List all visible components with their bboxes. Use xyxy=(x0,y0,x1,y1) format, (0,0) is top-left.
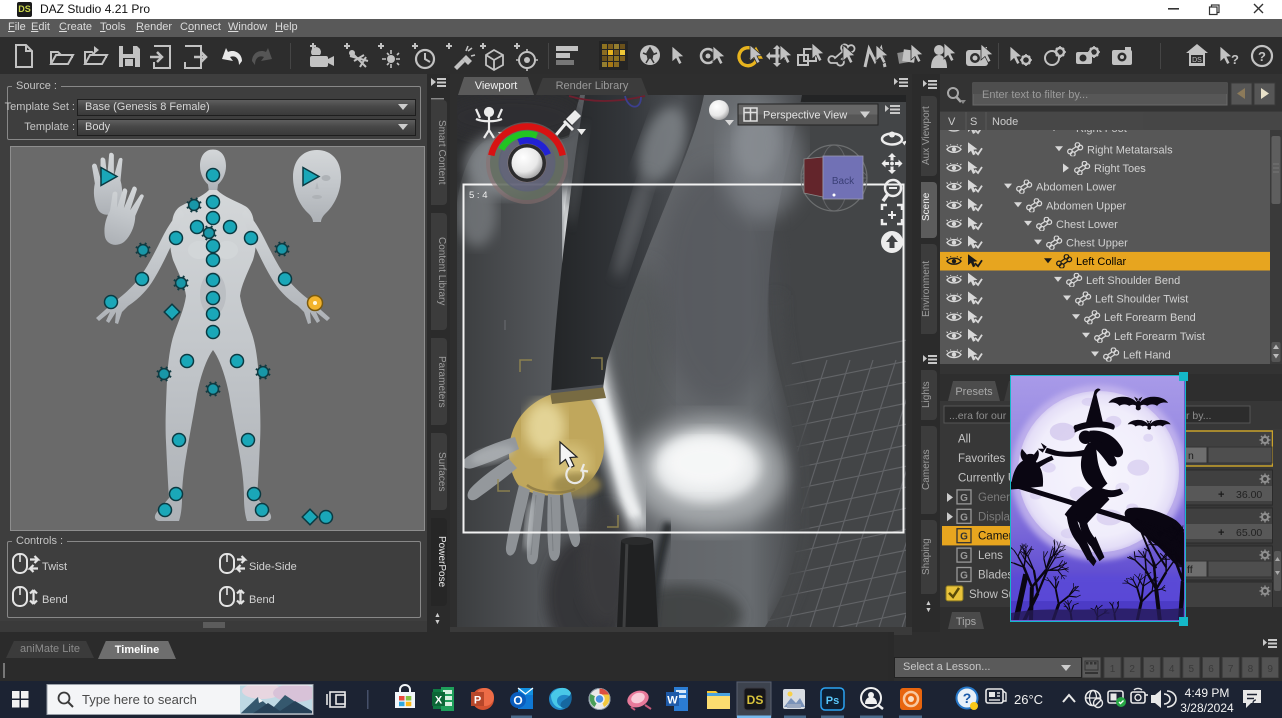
svg-text:1: 1 xyxy=(1110,664,1116,675)
svg-text:Right Toes: Right Toes xyxy=(1094,163,1146,175)
svg-text:8: 8 xyxy=(1248,664,1254,675)
svg-text:Left Forearm Twist: Left Forearm Twist xyxy=(1114,331,1205,343)
svg-text:?: ? xyxy=(1258,49,1266,64)
svg-text:Right Metatarsals: Right Metatarsals xyxy=(1087,144,1173,156)
svg-text:G: G xyxy=(960,551,968,562)
svg-text:6: 6 xyxy=(1208,664,1214,675)
svg-text:Blades: Blades xyxy=(978,570,1013,582)
svg-text:+: + xyxy=(1218,527,1224,539)
svg-text:Tips: Tips xyxy=(956,616,977,628)
svg-text:Left Hand: Left Hand xyxy=(1123,350,1171,362)
svg-text:G: G xyxy=(960,512,968,523)
svg-text:S: S xyxy=(970,116,977,128)
svg-text:G: G xyxy=(960,493,968,504)
svg-text:?: ? xyxy=(963,690,972,706)
svg-text:26°C: 26°C xyxy=(1014,692,1043,707)
svg-text:Type here to search: Type here to search xyxy=(82,692,197,707)
svg-text:3: 3 xyxy=(1149,664,1155,675)
svg-text:?: ? xyxy=(1231,52,1239,67)
svg-text:ff: ff xyxy=(1187,564,1193,576)
svg-text:V: V xyxy=(948,116,956,128)
svg-text:9: 9 xyxy=(1267,664,1273,675)
svg-text:G: G xyxy=(960,571,968,582)
svg-text:Back: Back xyxy=(832,176,855,187)
svg-text:Chest Upper: Chest Upper xyxy=(1066,238,1128,250)
svg-text:Left Forearm Bend: Left Forearm Bend xyxy=(1104,312,1196,324)
svg-text:Twist: Twist xyxy=(42,561,67,573)
svg-text:All: All xyxy=(958,434,971,446)
svg-text:Presets: Presets xyxy=(955,386,993,398)
svg-text:X: X xyxy=(435,695,443,707)
svg-text:36.00: 36.00 xyxy=(1236,489,1262,501)
svg-text:Left Shoulder Twist: Left Shoulder Twist xyxy=(1095,294,1188,306)
svg-text:+: + xyxy=(1218,489,1224,501)
svg-text:Ps: Ps xyxy=(826,695,839,707)
svg-text:4:49 PM: 4:49 PM xyxy=(1185,686,1230,700)
svg-text:5 : 4: 5 : 4 xyxy=(469,190,488,201)
svg-text:Side-Side: Side-Side xyxy=(249,561,297,573)
svg-text:Enter text to filter by...: Enter text to filter by... xyxy=(982,89,1088,101)
svg-text:5: 5 xyxy=(1189,664,1195,675)
svg-text:W: W xyxy=(667,695,678,707)
svg-text:Abdomen Upper: Abdomen Upper xyxy=(1046,200,1126,212)
svg-text:65.00: 65.00 xyxy=(1236,527,1262,539)
svg-text:...era for our: ...era for our xyxy=(949,410,1007,422)
svg-text:G: G xyxy=(960,532,968,543)
svg-text:Left Collar: Left Collar xyxy=(1076,256,1126,268)
svg-text:n: n xyxy=(1188,450,1194,462)
svg-text:Abdomen Lower: Abdomen Lower xyxy=(1036,182,1116,194)
svg-text:DS: DS xyxy=(747,693,764,707)
svg-text:4: 4 xyxy=(1169,664,1175,675)
svg-text:3/28/2024: 3/28/2024 xyxy=(1180,701,1234,715)
svg-text:7: 7 xyxy=(1228,664,1234,675)
svg-text:Lens: Lens xyxy=(978,550,1003,562)
svg-text:2: 2 xyxy=(1129,664,1135,675)
svg-text:Bend: Bend xyxy=(42,594,68,606)
svg-text:P: P xyxy=(474,695,481,707)
svg-text:Chest Lower: Chest Lower xyxy=(1056,219,1118,231)
svg-text:Left Shoulder Bend: Left Shoulder Bend xyxy=(1086,275,1180,287)
svg-text:DS: DS xyxy=(1192,57,1202,64)
svg-text:O: O xyxy=(513,694,522,708)
svg-text:Node: Node xyxy=(992,116,1018,128)
svg-text:r by...: r by... xyxy=(1186,410,1211,422)
svg-text:Bend: Bend xyxy=(249,594,275,606)
svg-text:Perspective View: Perspective View xyxy=(763,110,847,122)
svg-text:Favorites: Favorites xyxy=(958,453,1006,465)
